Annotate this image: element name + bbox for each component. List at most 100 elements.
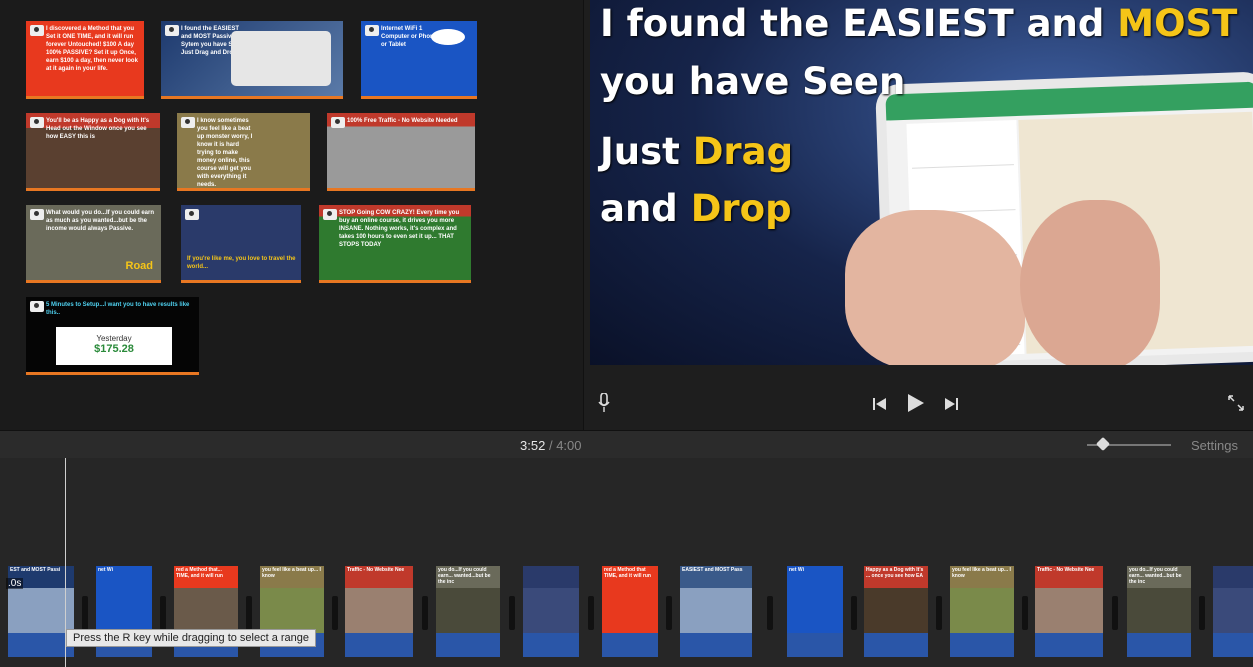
current-time: 3:52 [520,438,546,453]
thumbnail-text: I discovered a Method that you Set it ON… [46,26,138,72]
clip-thumbnail [174,588,238,633]
camera-icon [30,117,44,128]
clip-thumbnail [864,588,928,633]
tablet-image [231,31,331,86]
timeline-clip[interactable]: you do...If you could earn... wanted...b… [436,566,500,633]
clip-thumbnail [436,588,500,633]
thumbnail-10[interactable]: 5 Minutes to Setup...I want you to have … [26,297,199,375]
transition-icon[interactable] [1021,596,1028,630]
clip-thumbnail [787,588,843,633]
transition-icon[interactable] [936,596,942,630]
clip-title: Traffic - No Website Nee [345,566,413,588]
clip-title: Happy as a Dog with It's ... once you se… [864,566,928,588]
audio-track[interactable] [1213,633,1253,657]
timeline-clip[interactable] [1213,566,1253,633]
camera-icon [30,209,44,220]
timeline-clip[interactable]: net Wi [787,566,843,633]
transition-icon[interactable] [82,596,88,630]
timeline-clip[interactable]: net Wi [96,566,152,633]
thumbnail-7[interactable]: What would you do...If you could earn as… [26,205,161,283]
thumbnail-text: STOP Going COW CRAZY! Every time you buy… [339,210,460,248]
audio-track[interactable] [950,633,1014,657]
timeline-clip[interactable]: EASIEST and MOST Pass [680,566,752,633]
thumbnail-text: What would you do...If you could earn as… [46,210,154,232]
clip-title: net Wi [787,566,843,588]
thumbnail-4[interactable]: You'll be as Happy as a Dog with It's He… [26,113,160,191]
clip-title: you do...If you could earn... wanted...b… [1127,566,1191,588]
thumbnail-6[interactable]: 100% Free Traffic - No Website Needed [327,113,475,191]
transition-icon[interactable] [1112,596,1118,630]
timeline-clip[interactable]: red a Method that TIME, and it will run [602,566,658,633]
thumbnail-text: 100% Free Traffic - No Website Needed [347,118,458,124]
clip-thumbnail [680,588,752,633]
audio-track[interactable] [523,633,579,657]
camera-icon [181,117,195,128]
skip-forward-icon[interactable] [944,396,958,414]
viewer-title-line3: Just Drag [600,130,794,173]
transition-icon[interactable] [666,596,672,630]
clip-thumbnail [260,588,324,633]
thumbnail-8[interactable]: If you're like me, you love to travel th… [181,205,301,283]
clip-title: you do...If you could earn... wanted...b… [436,566,500,588]
transition-icon[interactable] [850,596,857,630]
camera-icon [323,209,337,220]
timeline-clip[interactable]: Traffic - No Website Nee [345,566,413,633]
transition-icon[interactable] [508,596,515,630]
audio-track[interactable] [345,633,413,657]
transition-icon[interactable] [766,596,773,630]
camera-icon [365,25,379,36]
audio-track[interactable] [1035,633,1103,657]
transition-icon[interactable] [246,596,252,630]
timeline-clip[interactable]: you feel like a beat up... I know [260,566,324,633]
camera-icon [30,25,44,36]
microphone-icon[interactable] [598,392,610,416]
total-time: 4:00 [556,438,582,453]
clip-title: red a Method that... TIME, and it will r… [174,566,238,588]
transition-icon[interactable] [1199,596,1205,630]
thumbnail-3[interactable]: Internet WiFi 1 Computer or Phone or Tab… [361,21,477,99]
clip-thumbnail [1213,588,1253,633]
audio-track[interactable] [436,633,500,657]
thumbnail-5[interactable]: I know sometimes you feel like a beat up… [177,113,310,191]
transition-icon[interactable] [421,596,428,630]
camera-icon [165,25,179,36]
timeline-clip[interactable]: Traffic - No Website Nee [1035,566,1103,633]
audio-track[interactable] [602,633,658,657]
wifi-icon [431,29,465,45]
event-browser: I discovered a Method that you Set it ON… [0,0,584,430]
thumbnail-9[interactable]: STOP Going COW CRAZY! Every time you buy… [319,205,471,283]
earnings-label: Yesterday [96,334,132,343]
clip-title [1213,566,1253,588]
zoom-slider[interactable] [1087,436,1171,452]
road-label: Road [125,260,154,272]
transition-icon[interactable] [160,596,166,630]
thumbnail-1[interactable]: I discovered a Method that you Set it ON… [26,21,144,99]
audio-track[interactable] [864,633,928,657]
clip-thumbnail [602,588,658,633]
timeline-clip[interactable]: you feel like a beat up... I know [950,566,1014,633]
viewer-title-line2: you have Seen [600,60,906,103]
hand-image [1020,200,1160,365]
clip-thumbnail [1035,588,1103,633]
settings-button[interactable]: Settings [1191,438,1238,453]
timecode-bar: 3:52 / 4:00 Settings [0,430,1253,459]
transition-icon[interactable] [587,596,594,630]
timeline-clip[interactable]: red a Method that... TIME, and it will r… [174,566,238,633]
transition-icon[interactable] [331,596,338,630]
timeline-clip[interactable] [523,566,579,633]
thumbnail-2[interactable]: I found the EASIEST and MOST Passive Syt… [161,21,343,99]
clip-thumbnail [96,588,152,633]
play-icon[interactable] [907,393,925,416]
timeline-clip[interactable]: you do...If you could earn... wanted...b… [1127,566,1191,633]
audio-track[interactable] [787,633,843,657]
zoom-slider-knob[interactable] [1095,436,1111,452]
timeline-clip[interactable]: Happy as a Dog with It's ... once you se… [864,566,928,633]
camera-icon [331,117,345,128]
audio-track[interactable] [680,633,752,657]
skip-back-icon[interactable] [873,396,887,414]
audio-track[interactable] [1127,633,1191,657]
video-viewer: I found the EASIEST and MOST Passiv you … [590,0,1253,365]
clip-title: you feel like a beat up... I know [950,566,1014,588]
hand-image [845,210,1025,365]
fullscreen-icon[interactable] [1228,395,1244,414]
